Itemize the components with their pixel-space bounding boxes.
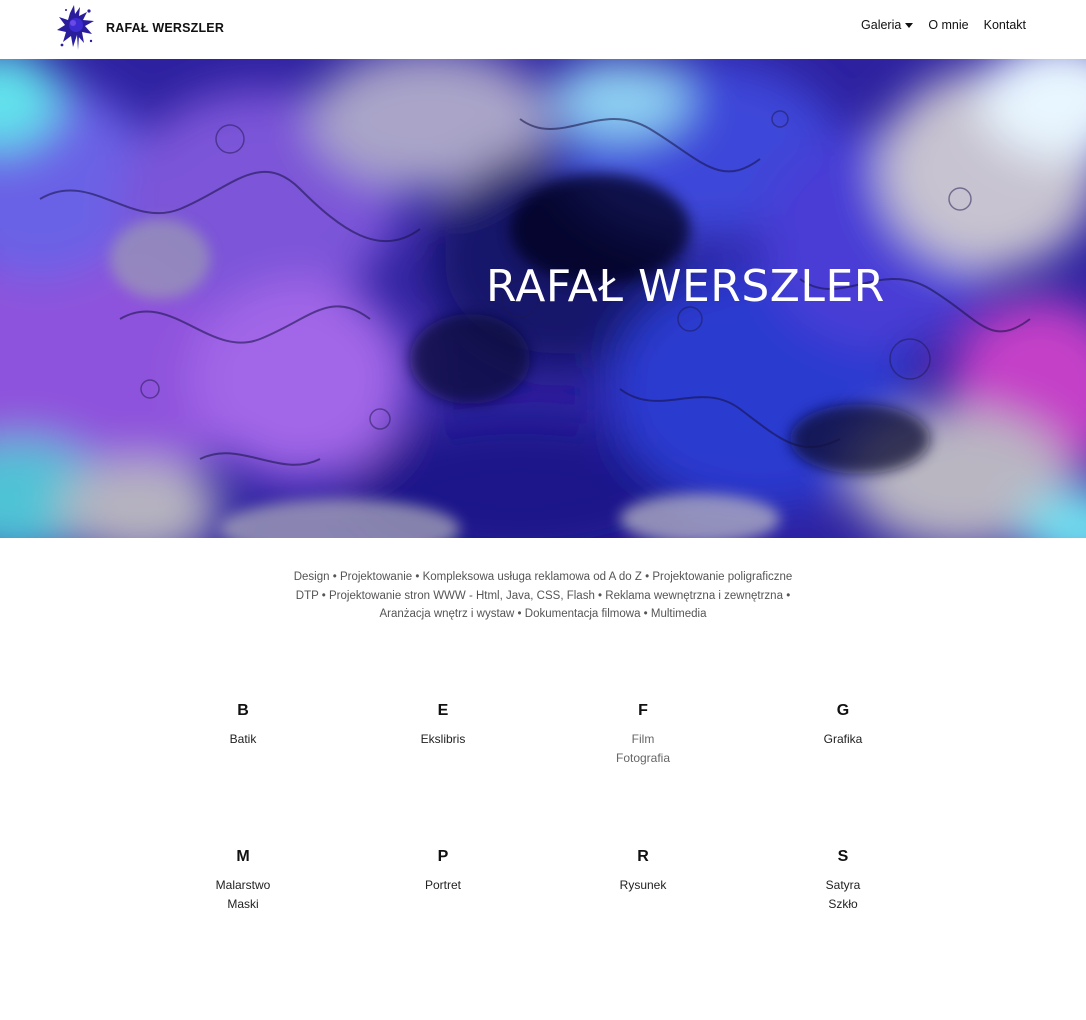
- bullet-separator: •: [415, 571, 423, 583]
- index-group-p: P Portret: [343, 846, 543, 895]
- index-letter: P: [437, 848, 449, 865]
- index-link-film[interactable]: Film: [543, 730, 743, 749]
- index-letter: F: [638, 702, 648, 719]
- bullet-separator: •: [517, 608, 525, 620]
- bullet-separator: •: [321, 589, 329, 602]
- index-link-ekslibris[interactable]: Ekslibris: [343, 730, 543, 749]
- index-letter: S: [837, 848, 849, 865]
- brand-link[interactable]: RAFAŁ WERSZLER: [56, 3, 224, 53]
- bullet-separator: •: [332, 571, 340, 583]
- index-group-b: B Batik: [143, 700, 343, 749]
- service-item: Multimedia: [650, 608, 707, 620]
- service-item: Aranżacja wnętrz i wystaw: [379, 608, 515, 620]
- service-item: Design: [293, 571, 330, 583]
- service-item: Projektowanie poligraficzne: [652, 571, 793, 583]
- index-link-szklo[interactable]: Szkło: [743, 895, 943, 914]
- index-letter: G: [836, 702, 850, 719]
- index-link-satyra[interactable]: Satyra: [743, 876, 943, 895]
- index-link-portret[interactable]: Portret: [343, 876, 543, 895]
- index-group-r: R Rysunek: [543, 846, 743, 895]
- index-link-batik[interactable]: Batik: [143, 730, 343, 749]
- index-group-f: F Film Fotografia: [543, 700, 743, 767]
- services-list: Design • Projektowanie • Kompleksowa usł…: [0, 568, 1086, 624]
- index-link-malarstwo[interactable]: Malarstwo: [143, 876, 343, 895]
- ink-splash-logo-icon: [57, 5, 94, 50]
- index-letter: R: [637, 848, 649, 865]
- brand-name: RAFAŁ WERSZLER: [106, 21, 225, 35]
- index-letter: B: [237, 702, 249, 719]
- nav-galeria-dropdown[interactable]: Galeria: [861, 18, 914, 32]
- index-letter: M: [236, 848, 250, 865]
- services-line-1: Design • Projektowanie • Kompleksowa usł…: [0, 568, 1086, 587]
- services-line-3: Aranżacja wnętrz i wystaw • Dokumentacja…: [0, 605, 1086, 624]
- index-link-maski[interactable]: Maski: [143, 895, 343, 914]
- index-group-m: M Malarstwo Maski: [143, 846, 343, 913]
- index-link-fotografia[interactable]: Fotografia: [543, 749, 743, 768]
- index-group-e: E Ekslibris: [343, 700, 543, 749]
- caret-down-icon: [905, 22, 914, 28]
- service-item: Projektowanie stron WWW - Html, Java, CS…: [329, 589, 595, 602]
- bullet-separator: •: [786, 589, 791, 602]
- index-group-s: S Satyra Szkło: [743, 846, 943, 913]
- service-item: Projektowanie: [339, 571, 413, 583]
- index-link-grafika[interactable]: Grafika: [743, 730, 943, 749]
- service-item: Kompleksowa usługa reklamowa od A do Z: [422, 571, 642, 583]
- index-link-rysunek[interactable]: Rysunek: [543, 876, 743, 895]
- nav-kontakt[interactable]: Kontakt: [984, 18, 1026, 32]
- nav-o-mnie[interactable]: O mnie: [928, 18, 968, 32]
- index-letter: E: [437, 702, 449, 719]
- navbar: RAFAŁ WERSZLER Galeria O mnie Kontakt: [0, 0, 1086, 59]
- index-group-g: G Grafika: [743, 700, 943, 749]
- nav-galeria-label: Galeria: [861, 18, 902, 32]
- main-nav: Galeria O mnie Kontakt: [846, 18, 1026, 32]
- service-item: Reklama wewnętrzna i zewnętrzna: [605, 589, 783, 602]
- service-item: DTP: [295, 589, 319, 602]
- hero-banner: RAFAŁ WERSZLER: [0, 59, 1086, 538]
- service-item: Dokumentacja filmowa: [524, 608, 641, 620]
- services-line-2: DTP • Projektowanie stron WWW - Html, Ja…: [0, 587, 1086, 606]
- bullet-separator: •: [643, 608, 651, 620]
- hero-title: RAFAŁ WERSZLER: [486, 261, 885, 312]
